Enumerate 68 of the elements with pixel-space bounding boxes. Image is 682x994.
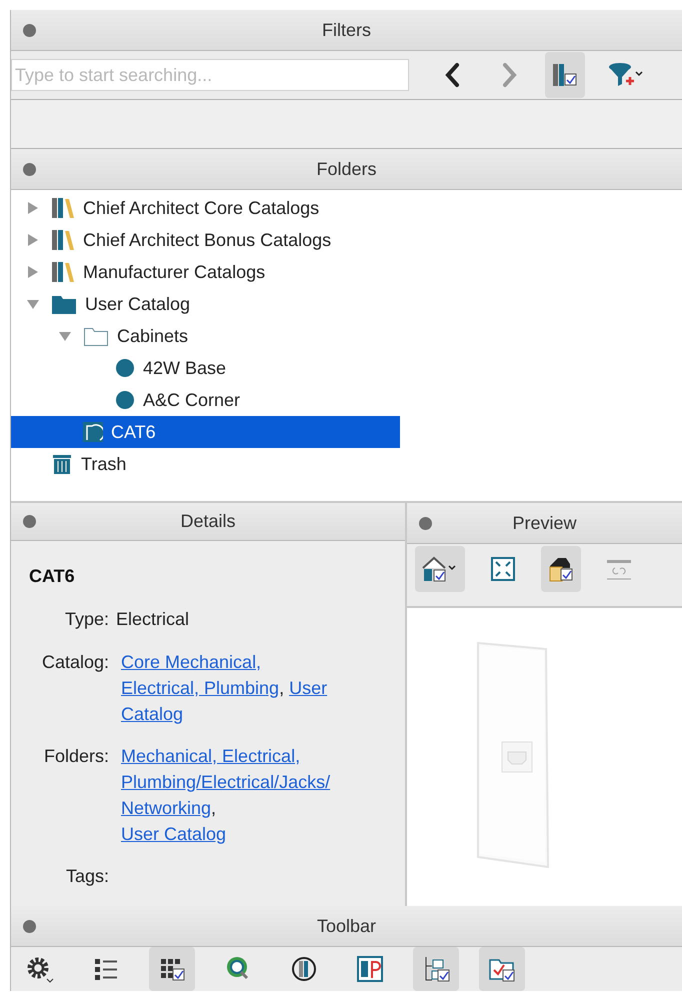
collapsed-arrow-icon[interactable] — [27, 266, 39, 278]
search-field[interactable]: Type to start searching... — [11, 59, 409, 91]
field-label: Tags: — [64, 865, 109, 888]
tree-item-label: User Catalog — [85, 292, 190, 316]
tree-item[interactable]: 42W Base — [11, 352, 400, 384]
field-value: , — [279, 677, 284, 700]
tree-item-label: Manufacturer Catalogs — [83, 260, 266, 284]
close-icon[interactable] — [419, 516, 432, 530]
tree-item[interactable]: Chief Architect Bonus Catalogs — [11, 224, 400, 256]
tree-item-label: Trash — [81, 452, 126, 476]
fit-icon — [488, 554, 518, 584]
panel-title: Preview — [512, 512, 577, 534]
tree-item-label: 42W Base — [143, 356, 226, 380]
collapsed-arrow-icon[interactable] — [27, 234, 39, 246]
toolbar-button[interactable] — [545, 52, 585, 98]
object-dot-icon — [115, 390, 135, 410]
tree-item[interactable]: User Catalog — [11, 288, 400, 320]
folder-icon — [51, 293, 77, 315]
collapsed-arrow-icon[interactable] — [27, 202, 39, 214]
folder-icon — [83, 325, 109, 347]
catalog-icon — [51, 261, 75, 283]
close-icon[interactable] — [23, 920, 36, 932]
panel-title: Toolbar — [316, 914, 376, 938]
catalog-icon — [51, 229, 75, 251]
panel-title: Filters — [322, 18, 371, 42]
field-label: Catalog: — [40, 651, 109, 674]
link[interactable]: Networking — [121, 795, 212, 821]
field-label: Folders: — [42, 745, 109, 768]
link[interactable]: Electrical, Plumbing — [121, 675, 280, 701]
field-value: Electrical — [116, 608, 190, 631]
panel-title: Details — [180, 510, 236, 533]
panel-icon — [355, 954, 385, 984]
close-icon[interactable] — [23, 162, 36, 176]
field-value: , — [211, 797, 216, 820]
toolbar-button[interactable] — [413, 947, 459, 991]
trash-icon — [51, 453, 73, 475]
tree-item[interactable]: Chief Architect Core Catalogs — [11, 192, 400, 224]
link[interactable]: User — [289, 675, 328, 701]
item-name: CAT6 — [29, 565, 76, 588]
close-icon[interactable] — [23, 24, 36, 36]
expanded-arrow-icon[interactable] — [27, 298, 39, 310]
catalog-icon — [51, 197, 75, 219]
tree-item[interactable]: CAT6 — [11, 416, 400, 448]
tree-item-label: CAT6 — [111, 420, 156, 444]
tree-item-label: Cabinets — [117, 324, 188, 348]
expanded-arrow-icon[interactable] — [59, 330, 71, 342]
tree-item-label: A&C Corner — [143, 388, 240, 412]
tree-item-label: Chief Architect Bonus Catalogs — [83, 228, 332, 252]
toolbar-button[interactable] — [149, 947, 195, 991]
link[interactable]: User Catalog — [121, 821, 226, 847]
link[interactable]: Core Mechanical, — [121, 649, 262, 675]
panel-title: Folders — [316, 158, 377, 180]
toolbar-button[interactable] — [541, 546, 581, 592]
tree-item[interactable]: Manufacturer Catalogs — [11, 256, 400, 288]
tree-item-label: Chief Architect Core Catalogs — [83, 196, 320, 220]
toolbar-button[interactable] — [415, 546, 465, 592]
field-label: Type: — [64, 608, 109, 631]
object-dot-icon — [115, 358, 135, 378]
link[interactable]: Mechanical, Electrical, — [121, 743, 300, 769]
tree-item[interactable]: A&C Corner — [11, 384, 400, 416]
link[interactable]: Plumbing/Electrical/Jacks/ — [121, 769, 330, 795]
sync-icon — [289, 954, 319, 984]
close-icon[interactable] — [23, 515, 36, 528]
link[interactable]: Catalog — [121, 701, 184, 727]
arc-icon — [83, 422, 103, 442]
tree-item[interactable]: Trash — [11, 448, 400, 480]
tree-item[interactable]: Cabinets — [11, 320, 400, 352]
toolbar-button[interactable] — [479, 947, 525, 991]
